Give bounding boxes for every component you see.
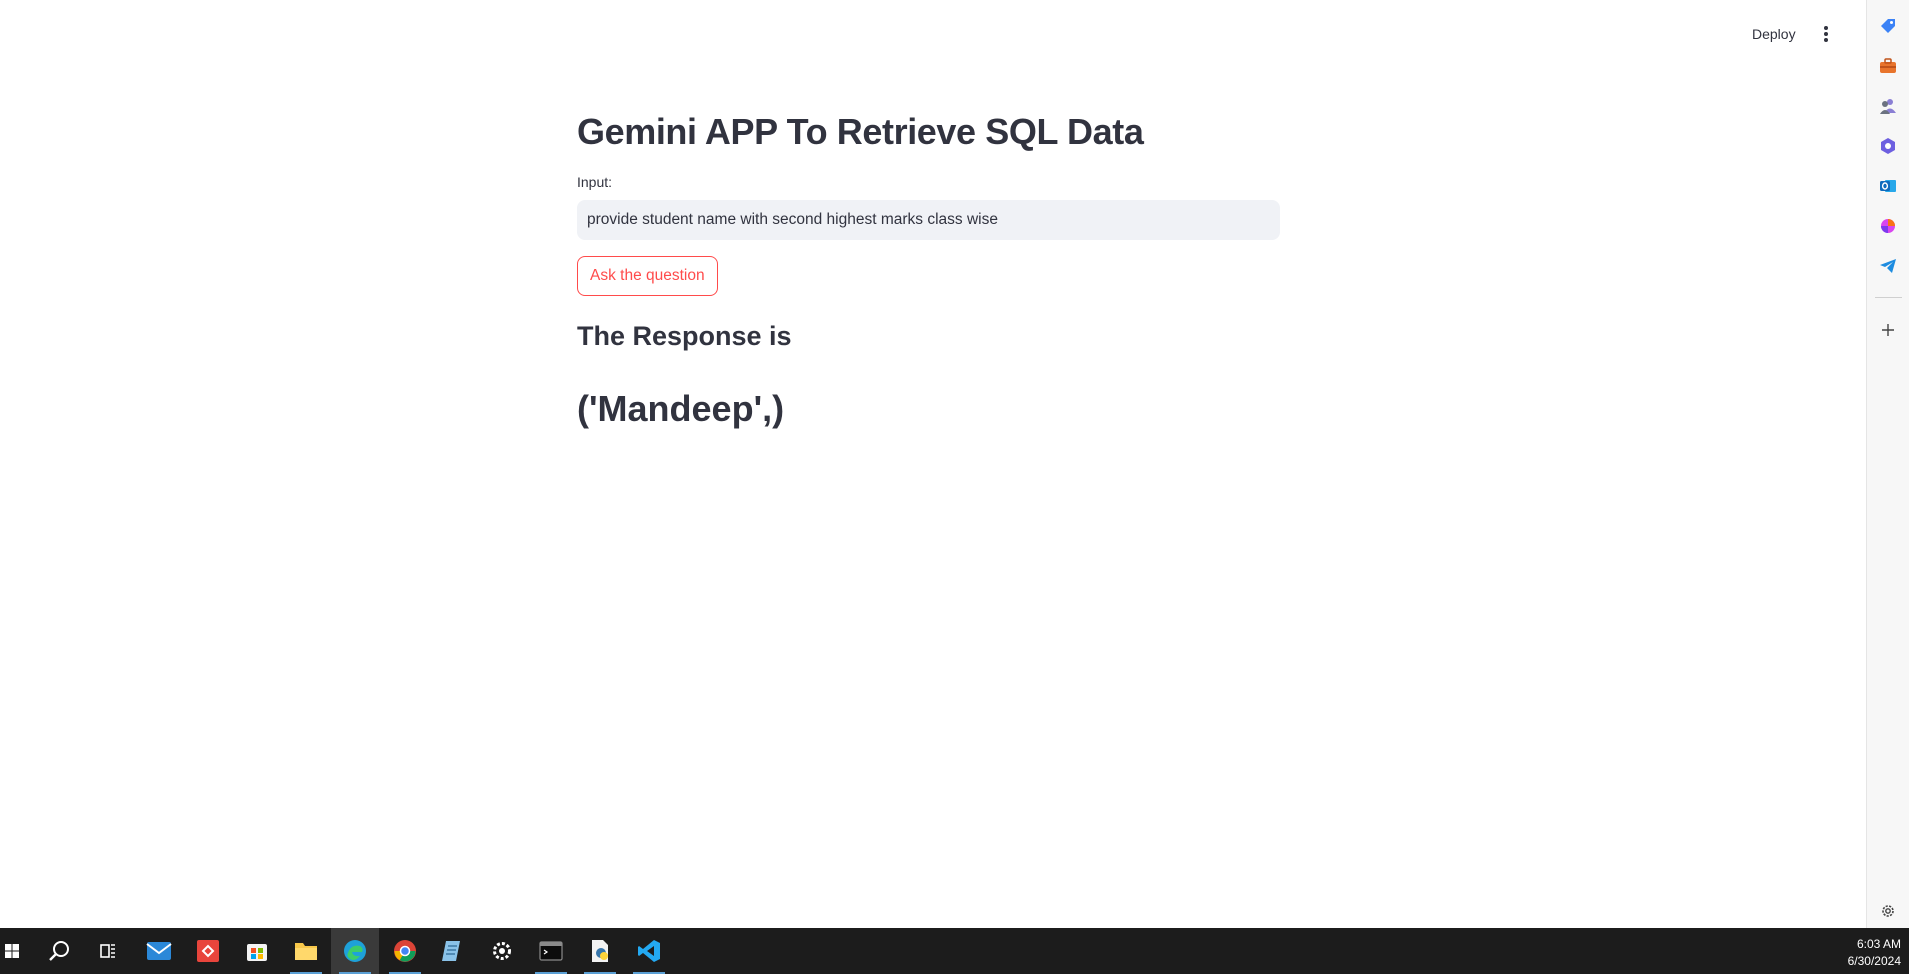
vscode-icon[interactable] [625,928,673,974]
briefcase-icon[interactable] [1878,56,1898,76]
input-label: Input: [577,174,613,190]
question-input[interactable] [577,200,1280,240]
main-content: Gemini APP To Retrieve SQL Data Input: A… [577,100,1280,434]
windows-taskbar: 6:03 AM 6/30/2024 [0,928,1909,974]
sidebar-divider [1875,297,1902,298]
streamlit-app: Deploy Gemini APP To Retrieve SQL Data I… [0,0,1866,928]
deploy-button[interactable]: Deploy [1744,20,1804,48]
edge-icon[interactable] [331,928,379,974]
outlook-icon[interactable] [1878,176,1898,196]
settings-icon[interactable] [478,928,526,974]
edge-sidebar [1866,0,1909,928]
search-icon[interactable] [36,928,84,974]
tag-icon[interactable] [1878,16,1898,36]
file-explorer-icon[interactable] [282,928,330,974]
mail-icon[interactable] [135,928,183,974]
ask-question-button[interactable]: Ask the question [577,256,718,296]
notepad-icon[interactable] [429,928,477,974]
kebab-menu-icon[interactable] [1812,20,1840,48]
python-icon[interactable] [576,928,624,974]
response-header: The Response is [577,321,792,351]
app-header: Deploy [0,0,1866,68]
gear-icon[interactable] [1878,901,1898,921]
add-icon[interactable] [1878,320,1898,340]
people-icon[interactable] [1878,96,1898,116]
copilot-icon[interactable] [1878,136,1898,156]
task-view-icon[interactable] [84,928,132,974]
chrome-icon[interactable] [381,928,429,974]
git-icon[interactable] [184,928,232,974]
terminal-icon[interactable] [527,928,575,974]
page-title: Gemini APP To Retrieve SQL Data [577,111,1144,152]
start-icon[interactable] [0,928,36,974]
telegram-icon[interactable] [1878,256,1898,276]
clock-date: 6/30/2024 [1847,954,1901,968]
store-icon[interactable] [233,928,281,974]
clock-time: 6:03 AM [1856,937,1901,951]
system-clock[interactable]: 6:03 AM 6/30/2024 [1848,936,1901,970]
designer-icon[interactable] [1878,216,1898,236]
response-value: ('Mandeep',) [577,388,785,429]
